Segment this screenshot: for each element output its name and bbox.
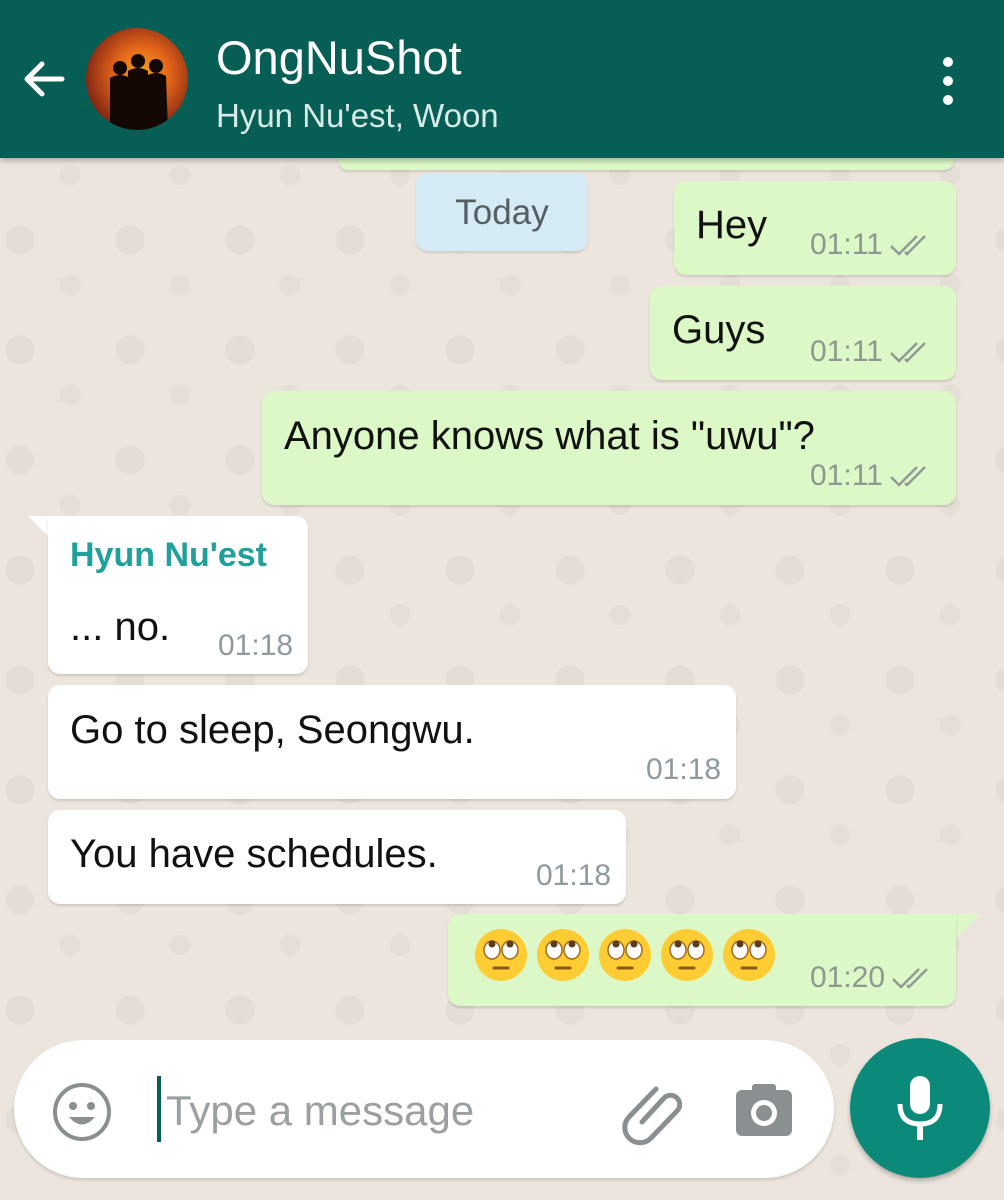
message-bubble-outgoing[interactable]: Guys 01:11 xyxy=(650,286,956,380)
message-time: 01:18 xyxy=(218,629,294,662)
double-check-icon xyxy=(892,968,928,989)
group-members: Hyun Nu'est, Woon xyxy=(216,97,499,134)
message-bubble-outgoing[interactable]: 01:20 xyxy=(448,914,956,1006)
rolling-eyes-emoji-icon xyxy=(599,929,651,981)
message-text: Go to sleep, Seongwu. xyxy=(70,708,475,752)
microphone-icon xyxy=(897,1076,943,1140)
message-meta: 01:18 xyxy=(218,629,293,663)
message-meta: 01:20 xyxy=(810,961,935,995)
message-meta: 01:18 xyxy=(646,753,721,787)
group-name[interactable]: OngNuShot xyxy=(216,30,462,85)
message-text: You have schedules. xyxy=(70,832,438,876)
message-time: 01:20 xyxy=(810,961,886,994)
message-meta: 01:11 xyxy=(810,228,933,262)
double-check-icon xyxy=(889,235,926,256)
message-text: ... no. xyxy=(70,605,171,649)
paperclip-icon[interactable] xyxy=(620,1078,688,1146)
message-time: 01:18 xyxy=(646,753,722,786)
camera-icon[interactable] xyxy=(732,1080,796,1140)
arrow-back-icon[interactable] xyxy=(16,52,70,106)
message-text: Anyone knows what is "uwu"? xyxy=(284,414,815,458)
smiley-icon[interactable] xyxy=(50,1080,114,1144)
message-text: Guys xyxy=(672,308,766,352)
double-check-icon xyxy=(889,466,926,487)
message-bubble-incoming[interactable]: Go to sleep, Seongwu. 01:18 xyxy=(48,685,736,799)
message-time: 01:11 xyxy=(810,335,883,368)
message-bubble-incoming[interactable]: Hyun Nu'est ... no. 01:18 xyxy=(48,516,308,674)
message-bubble-outgoing[interactable]: Anyone knows what is "uwu"? 01:11 xyxy=(262,391,956,505)
sender-name[interactable]: Hyun Nu'est xyxy=(70,536,267,575)
message-time: 01:11 xyxy=(810,228,883,261)
group-avatar[interactable] xyxy=(86,28,188,130)
message-meta: 01:18 xyxy=(536,859,611,893)
more-vert-icon[interactable] xyxy=(930,54,966,108)
message-meta: 01:11 xyxy=(810,335,933,369)
date-chip: Today xyxy=(416,173,588,251)
chat-header: OngNuShot Hyun Nu'est, Woon xyxy=(0,0,1004,158)
message-time: 01:18 xyxy=(536,859,612,892)
message-input[interactable] xyxy=(164,1078,588,1144)
text-cursor xyxy=(157,1076,161,1142)
rolling-eyes-emoji-icon xyxy=(723,929,775,981)
message-time: 01:11 xyxy=(810,459,883,492)
emoji-row xyxy=(472,926,778,984)
mic-button[interactable] xyxy=(850,1038,990,1178)
message-meta: 01:11 xyxy=(810,459,933,493)
rolling-eyes-emoji-icon xyxy=(661,929,713,981)
group-avatar-image xyxy=(110,54,168,130)
message-text: Hey xyxy=(696,203,768,247)
bubble-tail xyxy=(954,914,980,940)
rolling-eyes-emoji-icon xyxy=(537,929,589,981)
rolling-eyes-emoji-icon xyxy=(475,929,527,981)
double-check-icon xyxy=(889,342,926,363)
message-bubble-incoming[interactable]: You have schedules. 01:18 xyxy=(48,810,626,904)
message-bubble-outgoing[interactable]: Hey 01:11 xyxy=(674,181,956,275)
